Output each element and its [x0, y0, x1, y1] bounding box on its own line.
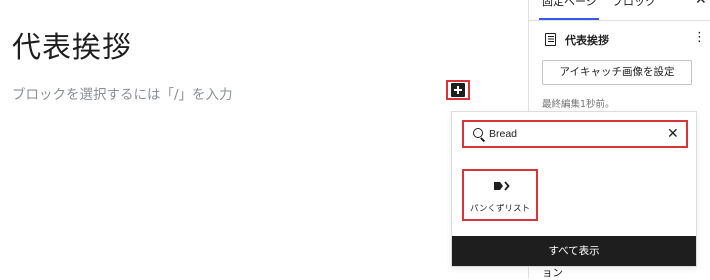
more-options-icon[interactable]: ⋮: [693, 31, 706, 44]
breadcrumb-icon: [494, 181, 510, 191]
block-search-input[interactable]: [489, 125, 659, 143]
clear-search-icon[interactable]: ✕: [667, 124, 679, 144]
document-title: 代表挨拶: [565, 34, 609, 47]
block-placeholder[interactable]: ブロックを選択するには「/」を入力: [12, 83, 233, 103]
show-all-button[interactable]: すべて表示: [452, 236, 696, 266]
block-inserter-toggle[interactable]: [446, 80, 470, 100]
last-edited-text: 最終編集1秒前。: [542, 99, 615, 110]
close-icon[interactable]: ✕: [695, 0, 707, 8]
active-tab-indicator: [539, 18, 599, 20]
block-result-label: パンくずリスト: [470, 204, 530, 214]
search-icon: [473, 128, 483, 138]
block-inserter-popover: ✕ パンくずリスト すべて表示: [451, 111, 697, 267]
set-featured-image-button[interactable]: アイキャッチ画像を設定: [542, 60, 692, 85]
block-search: ✕: [462, 120, 688, 148]
sidebar-tabs: 固定ページ ブロック ✕: [529, 0, 710, 21]
tab-page[interactable]: 固定ページ: [542, 0, 597, 9]
tab-block[interactable]: ブロック: [612, 0, 656, 9]
plus-icon: [451, 83, 465, 97]
document-summary: 代表挨拶 ⋮: [543, 31, 706, 50]
block-result-breadcrumb[interactable]: パンくずリスト: [462, 169, 538, 221]
page-title[interactable]: 代表挨拶: [12, 24, 132, 66]
page-icon: [545, 33, 556, 46]
